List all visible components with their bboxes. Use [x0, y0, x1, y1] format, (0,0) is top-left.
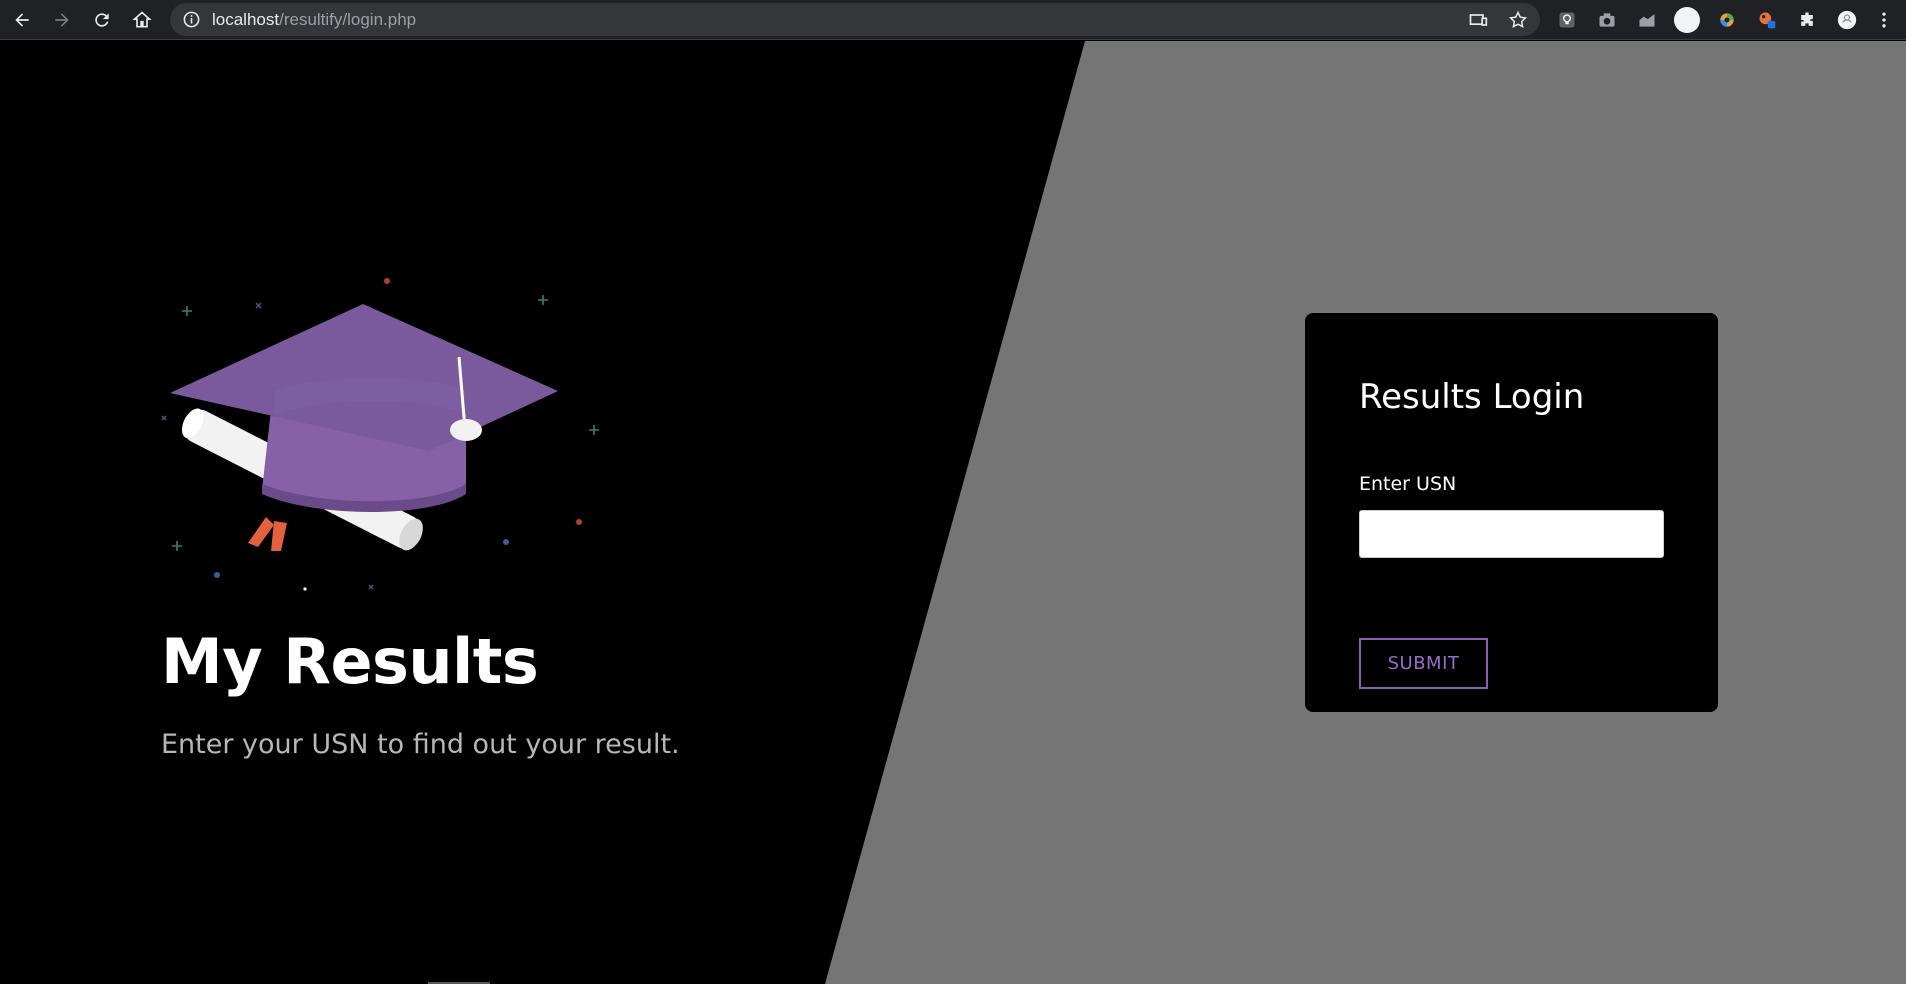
- cast-icon[interactable]: [1468, 10, 1488, 30]
- address-bar[interactable]: localhost/resultify/login.php: [170, 3, 1540, 36]
- usn-label: Enter USN: [1359, 473, 1457, 495]
- login-title: Results Login: [1359, 377, 1585, 417]
- extension-profile-button[interactable]: [1673, 6, 1701, 34]
- extension-keep-button[interactable]: [1553, 6, 1581, 34]
- info-icon[interactable]: [182, 10, 201, 29]
- url-host: localhost: [212, 10, 280, 29]
- back-button[interactable]: [8, 6, 36, 34]
- usn-input[interactable]: [1359, 510, 1664, 558]
- lightbulb-icon: [1559, 12, 1575, 28]
- extensions-button[interactable]: [1793, 6, 1821, 34]
- chart-icon: [1639, 14, 1655, 27]
- profile-avatar-icon: [1837, 10, 1857, 30]
- profile-button[interactable]: [1833, 6, 1861, 34]
- extension-camera-button[interactable]: [1593, 6, 1621, 34]
- reload-button[interactable]: [88, 6, 116, 34]
- forward-button[interactable]: [48, 6, 76, 34]
- url-path: /resultify/login.php: [279, 10, 417, 29]
- hero-subtitle: Enter your USN to find out your result.: [161, 729, 680, 760]
- home-icon: [132, 11, 152, 28]
- page-content: My Results Enter your USN to find out yo…: [0, 41, 1906, 984]
- url-text: localhost/resultify/login.php: [212, 10, 416, 30]
- extension-palette-button[interactable]: [1753, 6, 1781, 34]
- login-card: Results Login Enter USN SUBMIT: [1305, 313, 1718, 712]
- star-icon[interactable]: [1508, 10, 1528, 30]
- reload-icon: [95, 13, 109, 27]
- browser-toolbar: localhost/resultify/login.php: [0, 0, 1906, 40]
- forward-arrow-icon: [55, 13, 69, 27]
- browser-menu-button[interactable]: [1870, 6, 1898, 34]
- menu-icon: [1882, 12, 1886, 28]
- extensions-icon: [1801, 12, 1813, 26]
- extension-chart-button[interactable]: [1633, 6, 1661, 34]
- extension-color-button[interactable]: [1713, 6, 1741, 34]
- home-button[interactable]: [128, 6, 156, 34]
- submit-button[interactable]: SUBMIT: [1359, 638, 1488, 689]
- back-arrow-icon: [15, 13, 29, 27]
- palette-icon: [1759, 12, 1776, 29]
- hero-title: My Results: [161, 625, 539, 698]
- camera-icon: [1599, 13, 1615, 27]
- avatar: [1674, 7, 1700, 33]
- color-wheel-icon: [1720, 13, 1734, 27]
- graduation-cap-illustration: [161, 278, 599, 591]
